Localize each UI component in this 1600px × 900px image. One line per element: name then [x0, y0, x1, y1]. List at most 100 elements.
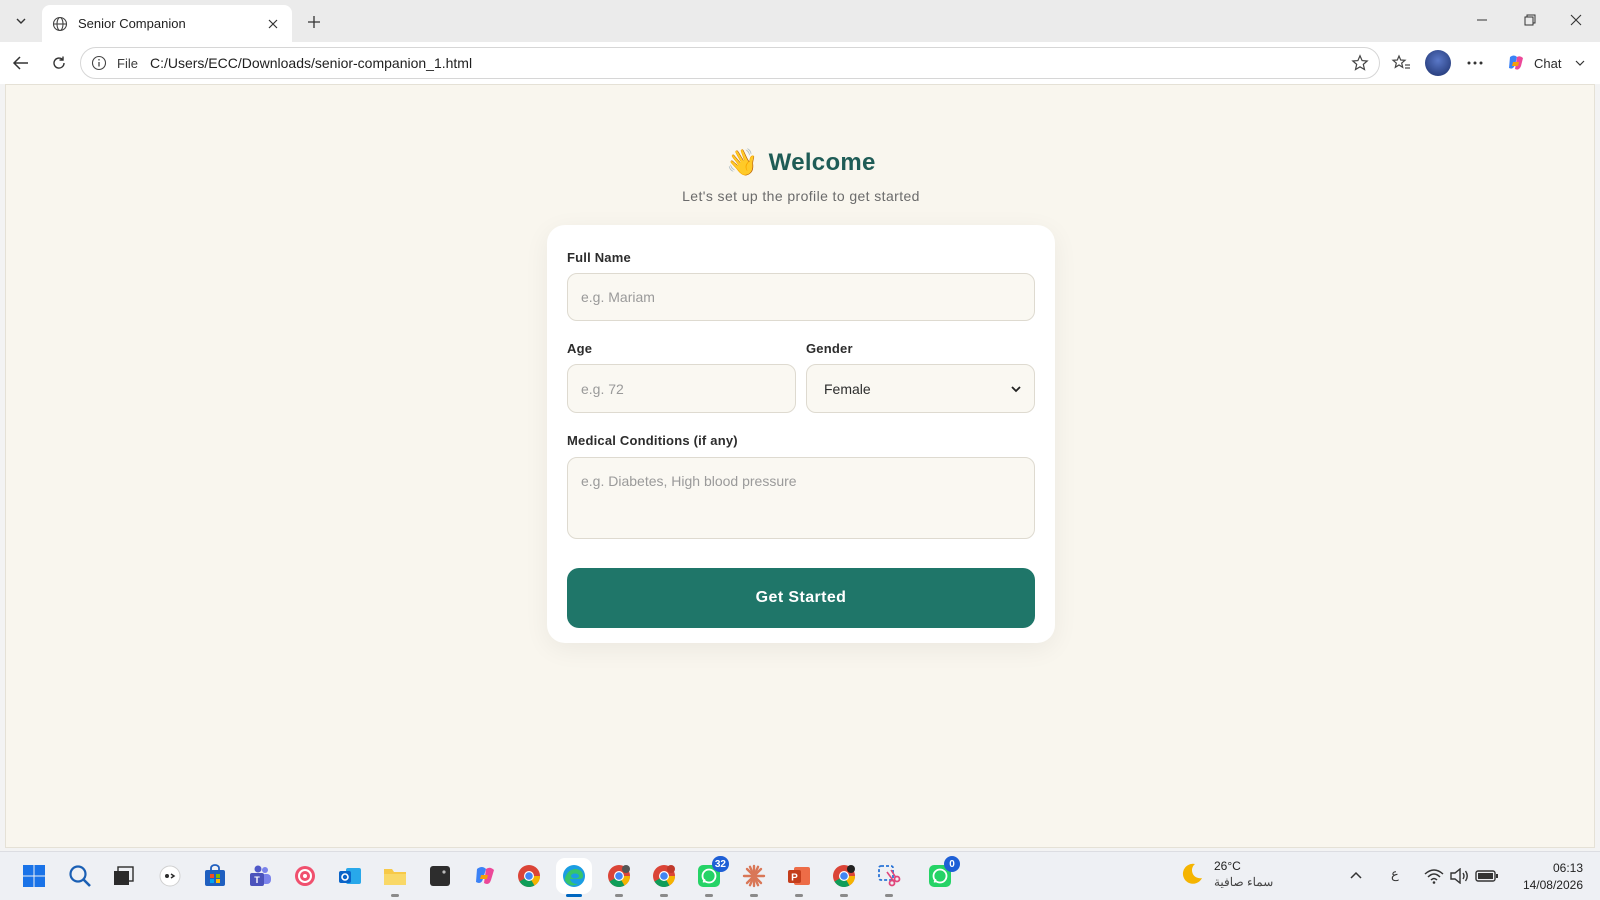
- widgets-app[interactable]: [156, 862, 184, 890]
- windows-logo-icon: [23, 865, 45, 887]
- show-hidden-icons-button[interactable]: [1342, 862, 1370, 890]
- get-started-button[interactable]: Get Started: [567, 568, 1035, 628]
- microsoft-store-app[interactable]: [201, 862, 229, 890]
- gender-select[interactable]: Female: [806, 364, 1035, 413]
- outlook-app[interactable]: [336, 862, 364, 890]
- favorite-star-icon[interactable]: [1351, 54, 1369, 72]
- weather-widget[interactable]: 26°C سماء صافية: [1180, 859, 1273, 889]
- address-bar[interactable]: File C:/Users/ECC/Downloads/senior-compa…: [80, 47, 1380, 79]
- more-dots-icon: [1467, 61, 1483, 65]
- back-button[interactable]: [6, 48, 36, 78]
- browser-tab[interactable]: Senior Companion: [42, 5, 292, 42]
- chrome-profile-1-app[interactable]: [605, 862, 633, 897]
- speaker-icon: [1450, 868, 1468, 884]
- full-name-input[interactable]: [567, 273, 1035, 321]
- edge-app[interactable]: [560, 862, 588, 897]
- address-url[interactable]: C:/Users/ECC/Downloads/senior-companion_…: [150, 55, 1351, 71]
- asterisk-icon: [742, 864, 766, 888]
- chrome-icon: [653, 865, 675, 887]
- minimize-icon: [1477, 19, 1487, 21]
- svg-text:P: P: [791, 873, 798, 884]
- powerpoint-app[interactable]: P: [785, 862, 813, 897]
- task-view-icon: [114, 866, 134, 885]
- powerpoint-icon: P: [788, 867, 810, 885]
- back-arrow-icon: [12, 56, 28, 70]
- info-icon[interactable]: [91, 55, 107, 71]
- chrome-profile-2-app[interactable]: [650, 862, 678, 897]
- tab-close-button[interactable]: [264, 15, 282, 33]
- svg-text:T: T: [254, 875, 260, 885]
- search-button[interactable]: [66, 862, 94, 890]
- terminal-icon: [430, 866, 450, 886]
- running-indicator: [391, 894, 399, 897]
- more-menu-button[interactable]: [1460, 48, 1490, 78]
- focus-app[interactable]: [291, 862, 319, 890]
- running-indicator: [840, 894, 848, 897]
- restore-icon: [1524, 14, 1536, 26]
- copilot-app[interactable]: [471, 862, 499, 890]
- window-close-button[interactable]: [1556, 6, 1596, 34]
- age-label: Age: [567, 341, 593, 356]
- copilot-icon: [1509, 55, 1523, 70]
- whatsapp-business-app[interactable]: 0: [926, 856, 960, 890]
- widgets-icon: [159, 865, 181, 887]
- claude-app[interactable]: [740, 862, 768, 897]
- address-scheme: File: [117, 55, 138, 71]
- teams-icon: T: [250, 865, 271, 886]
- waving-hand-icon: 👋: [726, 147, 759, 177]
- new-tab-button[interactable]: [300, 8, 328, 36]
- edge-icon: [563, 865, 585, 887]
- weather-temperature: 26°C: [1214, 859, 1241, 873]
- chrome-app[interactable]: [515, 862, 543, 890]
- snipping-tool-app[interactable]: [875, 862, 903, 897]
- chrome-icon: [608, 865, 630, 887]
- battery-button[interactable]: [1473, 862, 1501, 890]
- reload-button[interactable]: [44, 48, 74, 78]
- network-button[interactable]: [1420, 862, 1448, 890]
- moon-icon: [1182, 863, 1202, 884]
- chrome-profile-3-app[interactable]: [830, 862, 858, 897]
- clock-date: 14/08/2026: [1522, 878, 1583, 892]
- start-button[interactable]: [20, 862, 48, 890]
- search-icon: [69, 865, 91, 887]
- restore-button[interactable]: [1510, 6, 1550, 34]
- tab-list-button[interactable]: [6, 6, 36, 36]
- minimize-button[interactable]: [1462, 6, 1502, 34]
- weather-description: سماء صافية: [1214, 875, 1274, 889]
- weather-text: 26°C سماء صافية: [1214, 859, 1273, 889]
- page-title: Welcome: [768, 148, 876, 176]
- chevron-down-icon: [1011, 385, 1021, 392]
- gender-label: Gender: [806, 341, 853, 356]
- running-indicator: [660, 894, 668, 897]
- gender-selected-value: Female: [824, 380, 871, 397]
- age-input[interactable]: [567, 364, 796, 413]
- copilot-chat-button[interactable]: Chat: [1500, 48, 1592, 78]
- favorites-button[interactable]: [1386, 48, 1416, 78]
- notification-badge: 0: [944, 856, 960, 872]
- system-clock[interactable]: 06:13 14/08/2026: [1503, 860, 1583, 894]
- notification-badge: 32: [711, 856, 729, 872]
- browser-toolbar: File C:/Users/ECC/Downloads/senior-compa…: [0, 42, 1600, 84]
- running-indicator: [705, 894, 713, 897]
- running-indicator: [885, 894, 893, 897]
- file-explorer-app[interactable]: [381, 862, 409, 897]
- chrome-icon: [518, 865, 540, 887]
- task-view-button[interactable]: [110, 862, 138, 890]
- plus-icon: [308, 16, 320, 28]
- chat-label: Chat: [1534, 55, 1562, 71]
- volume-button[interactable]: [1446, 862, 1474, 890]
- input-language-indicator[interactable]: ع: [1391, 866, 1399, 882]
- whatsapp-app[interactable]: 32: [695, 856, 729, 897]
- medical-conditions-label: Medical Conditions (if any): [567, 433, 738, 448]
- profile-form-card: Full Name Age Gender Female Medical Cond…: [547, 225, 1055, 643]
- browser-tab-bar: Senior Companion: [0, 0, 1600, 42]
- favorites-list-icon: [1391, 54, 1410, 69]
- running-indicator: [795, 894, 803, 897]
- chevron-down-icon: [16, 18, 26, 24]
- chevron-up-icon: [1350, 871, 1362, 879]
- medical-conditions-textarea[interactable]: [567, 457, 1035, 539]
- profile-avatar[interactable]: [1425, 50, 1451, 76]
- terminal-app[interactable]: [426, 862, 454, 890]
- store-icon: [205, 864, 225, 886]
- teams-app[interactable]: T: [246, 862, 274, 890]
